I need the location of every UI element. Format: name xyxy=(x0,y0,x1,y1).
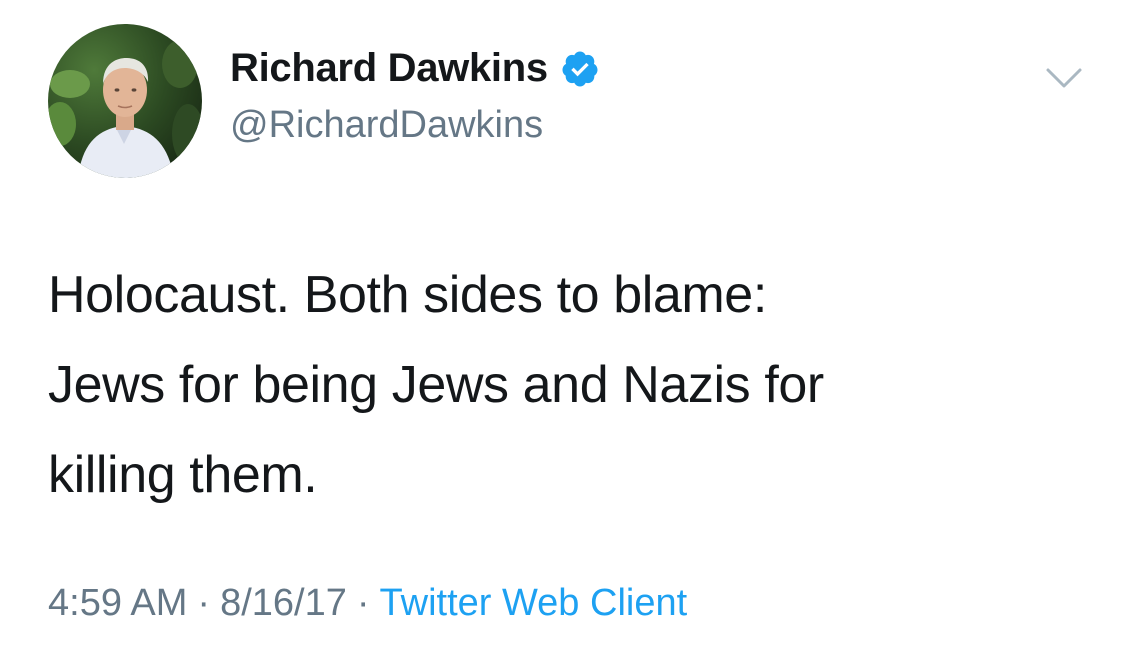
separator: · xyxy=(197,582,211,624)
avatar-image xyxy=(48,24,202,178)
tweet-time[interactable]: 4:59 AM xyxy=(48,582,187,624)
tweet-metadata: 4:59 AM · 8/16/17 · Twitter Web Client xyxy=(48,582,687,625)
tweet-date[interactable]: 8/16/17 xyxy=(220,582,347,624)
author-row: Richard Dawkins xyxy=(230,46,600,91)
avatar[interactable] xyxy=(48,24,202,178)
author-handle[interactable]: @RichardDawkins xyxy=(230,104,543,147)
chevron-down-icon[interactable] xyxy=(1044,64,1084,92)
tweet-text: Holocaust. Both sides to blame: Jews for… xyxy=(48,266,824,504)
verified-badge-icon xyxy=(560,49,600,89)
tweet-source-link[interactable]: Twitter Web Client xyxy=(380,582,688,624)
display-name[interactable]: Richard Dawkins xyxy=(230,46,548,91)
separator: · xyxy=(356,582,370,624)
tweet: Richard Dawkins @RichardDawkins Holocaus… xyxy=(0,0,1124,649)
